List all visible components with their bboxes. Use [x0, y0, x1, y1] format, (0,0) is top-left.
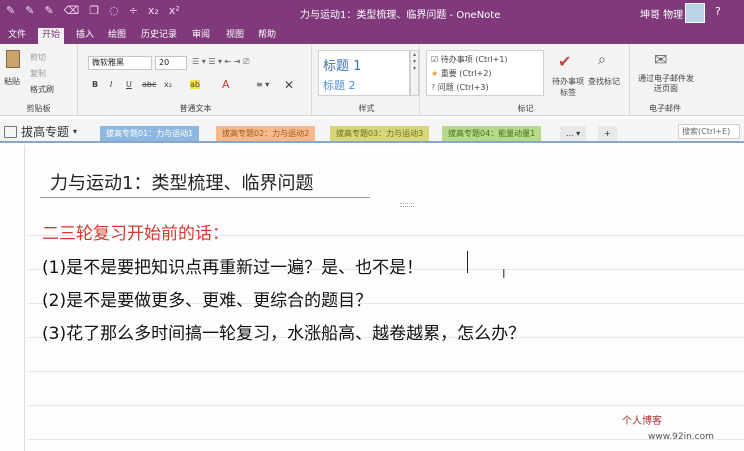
ibeam-cursor-icon: I	[502, 267, 506, 281]
watermark-url: www.92in.com	[648, 432, 714, 442]
title-bar: ✎ ✎ ✎ ⌫ ❐ ◌ ÷ x₂ x² 力与运动1：类型梳理、临界问题 - On…	[0, 0, 744, 26]
question-1[interactable]: (1)是不是要把知识点再重新过一遍？是、也不是！	[42, 253, 423, 278]
todo-tag-button[interactable]: ✔	[558, 52, 571, 71]
add-section-button[interactable]: +	[598, 126, 617, 141]
clear-format-icon[interactable]: ✕	[284, 78, 294, 92]
tab-insert[interactable]: 插入	[72, 28, 98, 44]
styles-label: 样式	[358, 104, 375, 113]
underline-button[interactable]: U	[126, 80, 132, 89]
italic-button[interactable]: I	[110, 80, 112, 89]
superscript-icon[interactable]: x²	[169, 4, 180, 17]
list-icons[interactable]: ☰ ▾ ☰ ▾ ⇤ ⇥ ⎚	[192, 57, 249, 67]
clipboard-group: 粘贴 剪切 复制 格式刷 剪贴板	[0, 44, 78, 116]
font-size-select[interactable]: 20	[155, 56, 187, 70]
watermark-title: 个人博客	[622, 416, 662, 427]
tab-history[interactable]: 历史记录	[137, 28, 181, 44]
align-icon[interactable]: ≡ ▾	[256, 80, 269, 89]
rule-line	[28, 439, 744, 440]
quick-access-toolbar: ✎ ✎ ✎ ⌫ ❐ ◌ ÷ x₂ x²	[6, 4, 180, 17]
notebook-dropdown[interactable]: 拔高专题 ▾	[4, 123, 77, 140]
styles-scroll[interactable]: ▴ ▾ ▾	[410, 50, 419, 96]
help-icon[interactable]: ?	[715, 5, 721, 18]
section-tab-1[interactable]: 拔高专题01：力与运动1	[100, 126, 200, 141]
strikethrough-button[interactable]: abc	[142, 80, 156, 89]
pen-icon[interactable]: ✎	[44, 4, 53, 17]
basic-text-label: 普通文本	[179, 104, 212, 113]
section-tab-2[interactable]: 拔高专题02：力与运动2	[216, 126, 316, 141]
text-cursor	[467, 251, 468, 273]
email-group: ✉ 通过电子邮件发送页面 电子邮件	[632, 44, 698, 116]
tab-view[interactable]: 视图	[222, 28, 248, 44]
tags-group: ☑ 待办事项 (Ctrl+1) ★ 重要 (Ctrl+2) ? 问题 (Ctrl…	[422, 44, 630, 116]
cut-button[interactable]: 剪切	[30, 52, 46, 63]
highlight-button[interactable]: ab	[190, 80, 200, 89]
user-name[interactable]: 坤哥 物理	[640, 6, 683, 21]
avatar[interactable]	[685, 3, 705, 23]
lasso-icon[interactable]: ◌	[109, 4, 119, 17]
rule-line	[28, 371, 744, 372]
email-label: 电子邮件	[649, 104, 681, 113]
question-icon: ?	[431, 83, 436, 92]
section-tab-3[interactable]: 拔高专题03：力与运动3	[330, 126, 430, 141]
tag-todo[interactable]: ☑ 待办事项 (Ctrl+1)	[431, 54, 508, 65]
tab-home[interactable]: 开始	[38, 28, 65, 44]
clipboard-label: 剪贴板	[26, 104, 51, 113]
tab-help[interactable]: 帮助	[254, 28, 280, 44]
style-heading-1[interactable]: 标题 1	[323, 55, 361, 74]
format-painter-button[interactable]: 格式刷	[30, 84, 54, 95]
subscript-button[interactable]: x₂	[164, 80, 172, 89]
star-icon: ★	[431, 69, 439, 78]
tab-review[interactable]: 审阅	[188, 28, 214, 44]
font-family-select[interactable]: 微软雅黑	[88, 56, 152, 70]
notebook-icon	[4, 125, 17, 138]
font-color-button[interactable]: A	[222, 78, 230, 91]
tags-gallery: ☑ 待办事项 (Ctrl+1) ★ 重要 (Ctrl+2) ? 问题 (Ctrl…	[426, 50, 544, 96]
page-title[interactable]: 力与运动1：类型梳理、临界问题	[50, 169, 313, 195]
page-canvas[interactable]: 力与运动1：类型梳理、临界问题 二三轮复习开始前的话： (1)是不是要把知识点再…	[0, 145, 744, 451]
ribbon: 粘贴 剪切 复制 格式刷 剪贴板 微软雅黑 20 ☰ ▾ ☰ ▾ ⇤ ⇥ ⎚ B…	[0, 44, 744, 116]
tab-file[interactable]: 文件	[4, 28, 30, 44]
question-2[interactable]: (2)是不是要做更多、更难、更综合的题目？	[42, 286, 372, 311]
paste-button[interactable]: 粘贴	[4, 76, 20, 87]
search-input[interactable]: 搜索(Ctrl+E)	[678, 124, 740, 139]
pen-icon[interactable]: ✎	[6, 4, 15, 17]
ribbon-tabs: 文件 开始 插入 绘图 历史记录 审阅 视图 帮助	[0, 26, 744, 44]
note-container-handle[interactable]	[400, 203, 414, 207]
copy-button[interactable]: 复制	[30, 68, 46, 79]
tag-question[interactable]: ? 问题 (Ctrl+3)	[431, 82, 489, 93]
basic-text-group: 微软雅黑 20 ☰ ▾ ☰ ▾ ⇤ ⇥ ⎚ B I U abc x₂ ab A …	[80, 44, 312, 116]
bold-button[interactable]: B	[92, 80, 98, 89]
notebook-nav: 拔高专题 ▾ 拔高专题01：力与运动1 拔高专题02：力与运动2 拔高专题03：…	[0, 119, 744, 143]
section-tab-4[interactable]: 拔高专题04：能量动量1	[442, 126, 542, 141]
style-heading-2[interactable]: 标题 2	[323, 77, 356, 93]
question-3[interactable]: (3)花了那么多时间搞一轮复习，水涨船高、越卷越累，怎么办？	[42, 319, 525, 344]
email-page-button[interactable]: 通过电子邮件发送页面	[636, 74, 696, 94]
envelope-icon: ✉	[654, 50, 668, 69]
find-tags-button[interactable]: 查找标记	[588, 76, 620, 87]
copy-icon[interactable]: ❐	[89, 4, 99, 17]
title-underline	[40, 197, 370, 198]
chevron-down-icon: ▾	[73, 127, 78, 136]
paste-icon	[6, 50, 20, 68]
tab-draw[interactable]: 绘图	[104, 28, 130, 44]
divide-icon[interactable]: ÷	[129, 4, 138, 17]
tag-important[interactable]: ★ 重要 (Ctrl+2)	[431, 68, 492, 79]
todo-tag-label[interactable]: 待办事项 标签	[548, 76, 588, 98]
page-margin	[24, 145, 25, 451]
more-sections-button[interactable]: ... ▾	[560, 126, 587, 141]
eraser-icon[interactable]: ⌫	[64, 4, 80, 17]
subscript-icon[interactable]: x₂	[148, 4, 159, 17]
find-tags-icon: ⌕	[598, 52, 606, 68]
window-title: 力与运动1：类型梳理、临界问题 - OneNote	[300, 10, 501, 21]
checkbox-icon: ☑	[431, 55, 439, 64]
note-heading[interactable]: 二三轮复习开始前的话：	[42, 219, 229, 244]
styles-group: 标题 1 标题 2 ▴ ▾ ▾ 样式	[314, 44, 420, 116]
pen-icon[interactable]: ✎	[25, 4, 34, 17]
tags-label: 标记	[517, 104, 534, 113]
styles-gallery[interactable]: 标题 1 标题 2	[318, 50, 410, 96]
checkmark-icon: ✔	[558, 52, 572, 71]
rule-line	[28, 405, 744, 406]
